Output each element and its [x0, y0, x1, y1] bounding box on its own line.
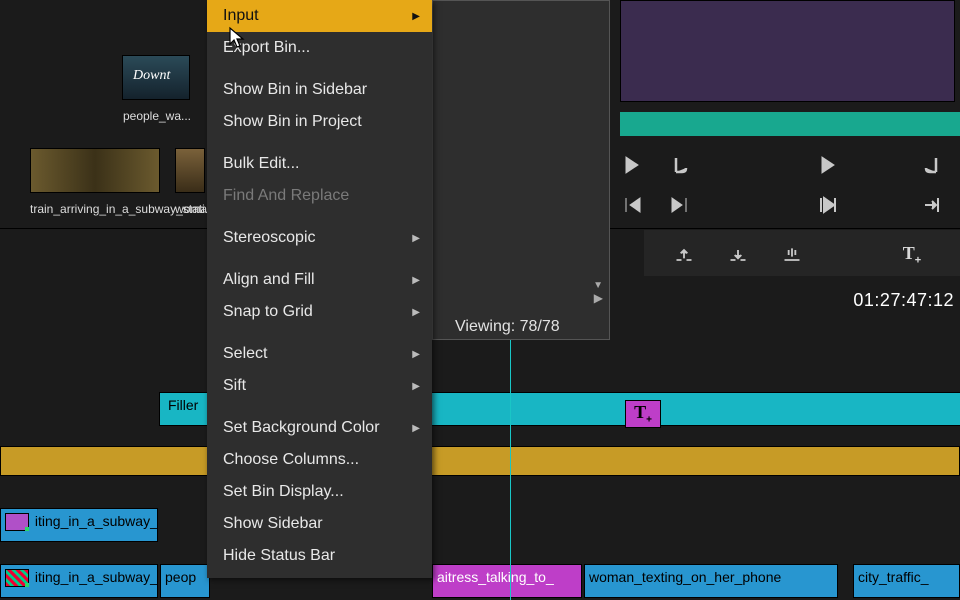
submenu-arrow-icon: ▶ — [412, 275, 420, 286]
timeline-clip[interactable]: city_traffic_ — [853, 564, 960, 598]
menu-item-show-sidebar[interactable]: Show Sidebar — [207, 508, 432, 540]
scroll-down-icon[interactable]: ▼ — [593, 280, 603, 291]
menu-item-align-fill[interactable]: Align and Fill▶ — [207, 264, 432, 296]
bin-thumbnail[interactable]: woman_talking_on_a... — [175, 148, 207, 216]
transport-controls — [608, 148, 956, 182]
menu-item-show-bin-project[interactable]: Show Bin in Project — [207, 106, 432, 138]
play-button[interactable] — [608, 148, 656, 182]
timeline-clip[interactable]: peop — [160, 564, 210, 598]
context-menu: Input ▶ Export Bin... Show Bin in Sideba… — [207, 0, 432, 578]
menu-item-label: Input — [223, 7, 259, 25]
timeline-clip[interactable]: woman_texting_on_her_phone — [584, 564, 838, 598]
clip-label: woman_texting_on_her_phone — [589, 569, 781, 585]
submenu-arrow-icon: ▶ — [412, 11, 420, 22]
submenu-arrow-icon: ▶ — [412, 349, 420, 360]
step-back-button[interactable] — [608, 188, 656, 222]
clip-label: peop — [165, 569, 196, 585]
goto-in-button[interactable] — [804, 188, 852, 222]
submenu-arrow-icon: ▶ — [412, 233, 420, 244]
lift-button[interactable] — [660, 238, 708, 272]
timeline-clip[interactable]: iting_in_a_subway_ — [0, 508, 158, 542]
menu-item-export-bin[interactable]: Export Bin... — [207, 32, 432, 64]
timeline-track[interactable] — [0, 446, 960, 476]
timeline-ruler[interactable] — [620, 112, 960, 136]
transport-controls-2 — [608, 188, 956, 222]
bin-thumbnail[interactable]: train_arriving_in_a_subway_stati... — [30, 148, 162, 216]
submenu-arrow-icon: ▶ — [412, 307, 420, 318]
submenu-arrow-icon: ▶ — [412, 381, 420, 392]
goto-out-button[interactable] — [908, 188, 956, 222]
menu-item-hide-status[interactable]: Hide Status Bar — [207, 540, 432, 572]
menu-item-choose-columns[interactable]: Choose Columns... — [207, 444, 432, 476]
clip-thumb-icon — [5, 569, 29, 587]
add-text-button[interactable]: T+ — [888, 238, 936, 272]
clip-label: iting_in_a_subway_ — [35, 513, 158, 529]
expand-right-icon[interactable]: ▶ — [594, 291, 603, 305]
menu-item-sift[interactable]: Sift▶ — [207, 370, 432, 402]
menu-item-show-bin-sidebar[interactable]: Show Bin in Sidebar — [207, 74, 432, 106]
source-monitor[interactable] — [620, 0, 955, 102]
overwrite-button[interactable] — [768, 238, 816, 272]
step-fwd-button[interactable] — [656, 188, 704, 222]
viewing-status: Viewing: 78/78 — [455, 318, 560, 336]
mark-in-button[interactable] — [908, 148, 956, 182]
mark-out-button[interactable] — [656, 148, 704, 182]
playhead[interactable] — [510, 296, 511, 600]
edit-tools: T+ — [660, 238, 936, 272]
thumbnail-label: train_arriving_in_a_subway_stati... — [30, 202, 162, 216]
clip-label: aitress_talking_to_ — [437, 569, 554, 585]
title-clip[interactable]: T+ — [625, 400, 661, 428]
clip-label: city_traffic_ — [858, 569, 929, 585]
play-button-2[interactable] — [804, 148, 852, 182]
clip-thumb-icon — [5, 513, 29, 531]
menu-item-input[interactable]: Input ▶ — [207, 0, 432, 32]
timecode-display: 01:27:47:12 — [853, 290, 954, 311]
menu-item-select[interactable]: Select▶ — [207, 338, 432, 370]
menu-item-bg-color[interactable]: Set Background Color▶ — [207, 412, 432, 444]
timeline-clip[interactable]: iting_in_a_subway_ — [0, 564, 158, 598]
timeline-clip[interactable]: aitress_talking_to_ — [432, 564, 582, 598]
menu-item-find-replace: Find And Replace — [207, 180, 432, 212]
clip-label: iting_in_a_subway_ — [35, 569, 158, 585]
submenu-arrow-icon: ▶ — [412, 423, 420, 434]
menu-item-snap-grid[interactable]: Snap to Grid▶ — [207, 296, 432, 328]
menu-item-stereoscopic[interactable]: Stereoscopic▶ — [207, 222, 432, 254]
thumbnail-overlay-text: Downt — [133, 68, 170, 84]
thumbnail-label: people_wa... — [122, 109, 192, 123]
text-tool-icon: T+ — [634, 402, 652, 426]
thumbnail-label: woman_talking_on_a... — [175, 202, 207, 216]
menu-item-bulk-edit[interactable]: Bulk Edit... — [207, 148, 432, 180]
bin-thumbnail[interactable]: Downt people_wa... — [122, 55, 192, 123]
extract-button[interactable] — [714, 238, 762, 272]
menu-item-bin-display[interactable]: Set Bin Display... — [207, 476, 432, 508]
clip-label: Filler — [164, 397, 198, 413]
